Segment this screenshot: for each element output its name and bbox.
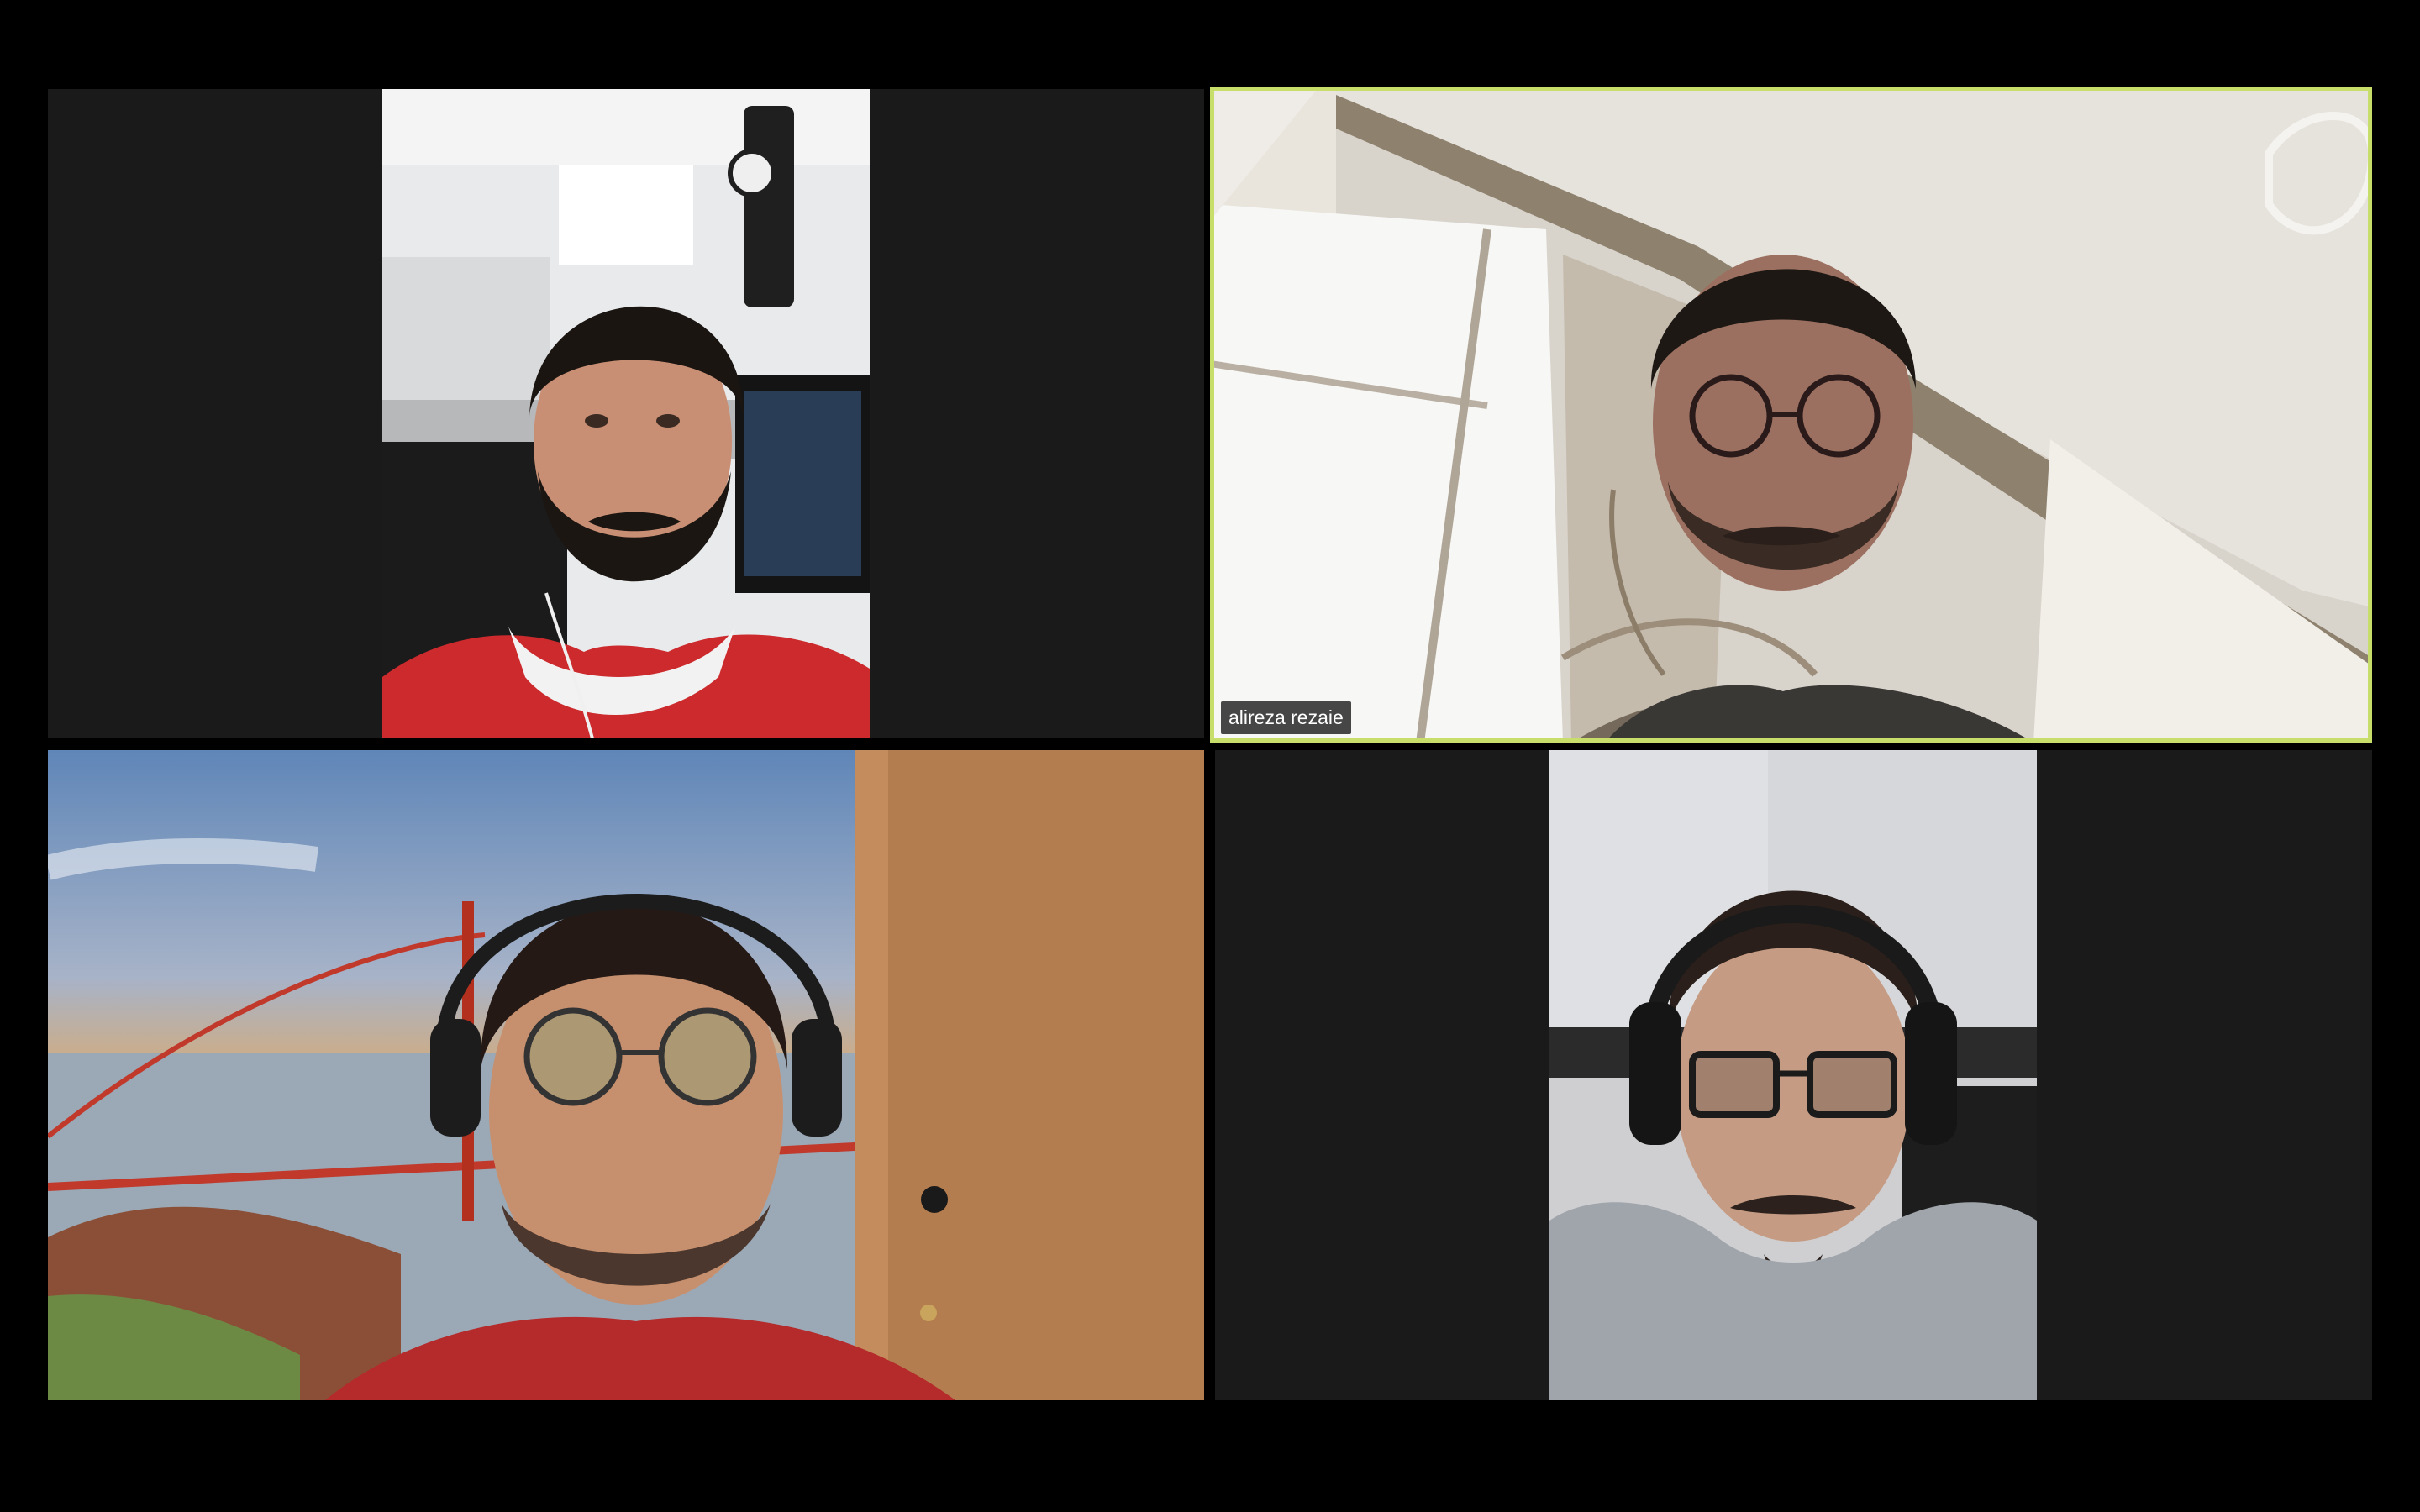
participant-video-2 xyxy=(1210,87,2372,743)
participant-video-3 xyxy=(48,750,1204,1400)
participant-video-4 xyxy=(1549,750,2037,1400)
video-feed-2 xyxy=(1210,87,2372,743)
video-call-window: alireza rezaie xyxy=(0,0,2420,1512)
participant-tile-1[interactable] xyxy=(48,89,1204,738)
participant-name-label: alireza rezaie xyxy=(1221,701,1351,734)
video-feed-4 xyxy=(1549,750,2037,1400)
video-feed-3 xyxy=(48,750,1204,1400)
participant-tile-4[interactable] xyxy=(1215,750,2372,1400)
gallery-view-grid: alireza rezaie xyxy=(48,87,2372,1400)
participant-video-1 xyxy=(382,89,870,738)
video-feed-1 xyxy=(382,89,870,738)
participant-tile-2[interactable]: alireza rezaie xyxy=(1210,87,2372,743)
participant-tile-3[interactable] xyxy=(48,750,1204,1400)
